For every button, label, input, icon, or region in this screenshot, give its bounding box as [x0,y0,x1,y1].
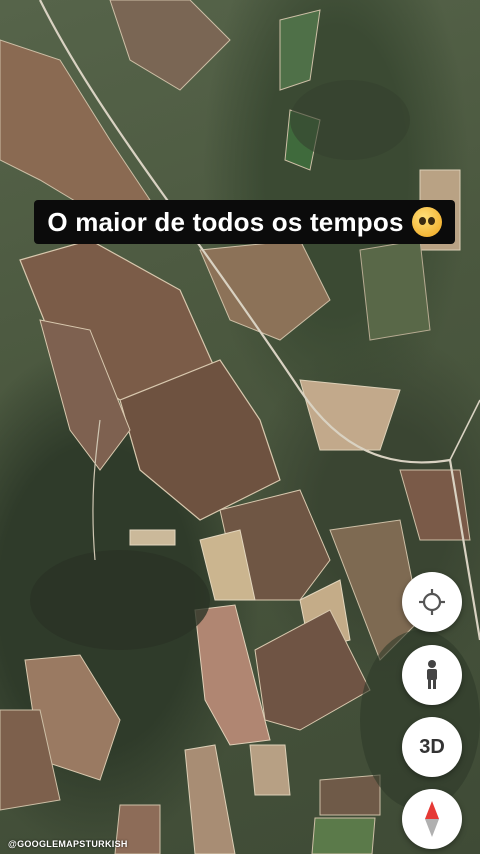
watermark: @GOOGLEMAPSTURKISH [8,839,128,849]
3d-label: 3D [419,735,445,758]
crosshair-icon [419,589,445,615]
caption-text: O maior de todos os tempos [47,206,404,237]
compass-icon [425,801,439,837]
satellite-map[interactable] [0,0,480,854]
pegman-icon [427,660,437,689]
locate-button[interactable] [402,572,462,632]
map-terrain [0,0,480,854]
street-view-button[interactable] [402,645,462,705]
compass-button[interactable] [402,789,462,849]
video-caption: O maior de todos os tempos [34,200,455,244]
pleading-face-icon [411,207,442,237]
3d-view-button[interactable]: 3D [402,717,462,777]
